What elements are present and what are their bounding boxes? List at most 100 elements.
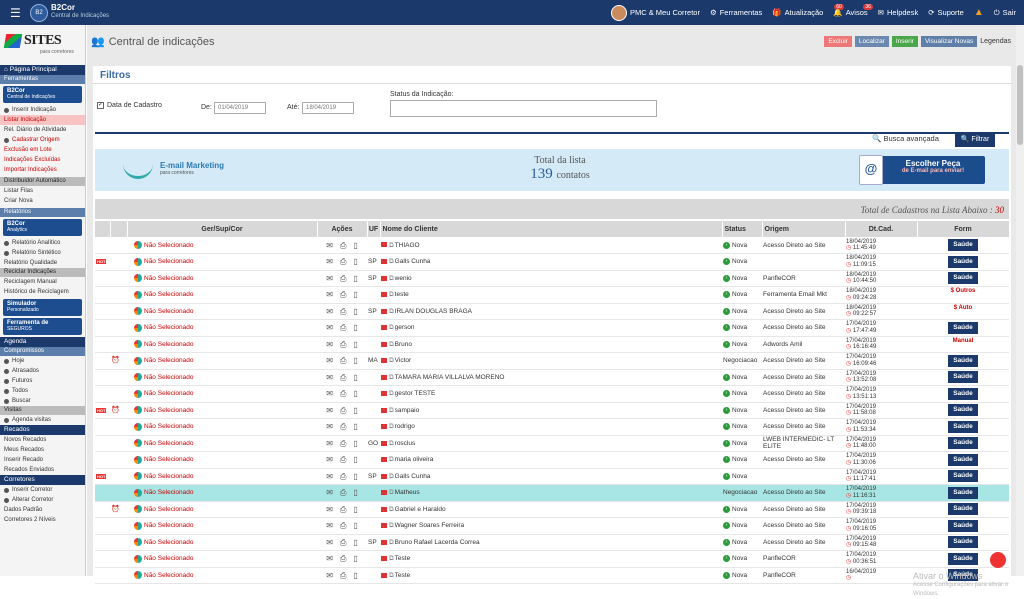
- gsc-cell[interactable]: Não Selecionado: [127, 270, 317, 287]
- form-saude-button[interactable]: Saúde: [948, 321, 978, 334]
- sidebar-item-historico[interactable]: Histórico de Reciclagem: [0, 287, 85, 297]
- form-saude-button[interactable]: Saúde: [948, 519, 978, 532]
- form-saude-button[interactable]: Saúde: [948, 503, 978, 516]
- client-name-cell[interactable]: ⧉TAMARA MARIA VILLALVA MORENO: [380, 369, 722, 386]
- email-icon[interactable]: ✉: [326, 258, 333, 266]
- email-icon[interactable]: ✉: [326, 489, 333, 497]
- sidebar-item-reciclagem-manual[interactable]: Reciclagem Manual: [0, 277, 85, 287]
- sidebar-item-novos-recados[interactable]: Novos Recados: [0, 435, 85, 445]
- email-icon[interactable]: ✉: [326, 390, 333, 398]
- client-name-cell[interactable]: ⧉wenio: [380, 270, 722, 287]
- sidebar-item-criar-nova[interactable]: Criar Nova: [0, 196, 85, 206]
- gsc-cell[interactable]: Não Selecionado: [127, 534, 317, 551]
- table-row[interactable]: ⏰ Não Selecionado ✉ ⎙ ▯ MA ⧉Victor Negociacao Ac…: [95, 352, 1009, 370]
- email-icon[interactable]: ✉: [326, 340, 333, 348]
- sidebar-item-indicacoes-excluidas[interactable]: Indicações Excluídas: [0, 155, 85, 165]
- gsc-cell[interactable]: Não Selecionado: [127, 253, 317, 271]
- email-icon[interactable]: ✉: [326, 291, 333, 299]
- print-icon[interactable]: ⎙: [340, 555, 346, 563]
- table-row[interactable]: Não Selecionado ✉ ⎙ ▯ GO ⧉rosclus › Nova LWEB IN…: [95, 435, 1009, 452]
- sidebar-item-recados-enviados[interactable]: Recados Enviados: [0, 465, 85, 475]
- sidebar-item-meus-recados[interactable]: Meus Recados: [0, 445, 85, 455]
- print-icon[interactable]: ⎙: [340, 291, 346, 299]
- email-icon[interactable]: ✉: [326, 307, 333, 315]
- table-row[interactable]: HOT Não Selecionado ✉ ⎙ ▯ SP ⧉Galls Cunha › Nova…: [95, 468, 1009, 485]
- sidebar-item-exclusao-lote[interactable]: Exclusão em Lote: [0, 145, 85, 155]
- print-icon[interactable]: ⎙: [340, 340, 346, 348]
- sidebar-item-corretores-niveis[interactable]: Corretores 2 Níveis: [0, 515, 85, 525]
- form-saude-button[interactable]: Saúde: [948, 552, 978, 565]
- scrollbar[interactable]: [1016, 25, 1024, 576]
- legendas-link[interactable]: Legendas: [980, 38, 1011, 45]
- gsc-cell[interactable]: Não Selecionado: [127, 435, 317, 452]
- client-name-cell[interactable]: ⧉Gabriel e Haraldo: [380, 501, 722, 518]
- table-row[interactable]: Não Selecionado ✉ ⎙ ▯ ⧉rodrigo › Nova Acesso Di…: [95, 418, 1009, 436]
- mobile-icon[interactable]: ▯: [353, 274, 357, 282]
- mobile-icon[interactable]: ▯: [353, 390, 357, 398]
- client-name-cell[interactable]: ⧉Teste: [380, 567, 722, 584]
- email-icon[interactable]: ✉: [326, 555, 333, 563]
- client-name-cell[interactable]: ⧉Bruno: [380, 336, 722, 353]
- form-saude-button[interactable]: Saúde: [948, 255, 978, 268]
- mobile-icon[interactable]: ▯: [353, 555, 357, 563]
- client-name-cell[interactable]: ⧉gestor TESTE: [380, 385, 722, 403]
- table-row[interactable]: Não Selecionado ✉ ⎙ ▯ SP ⧉IRLAN DOUGLAS BRAGA…: [95, 303, 1009, 320]
- sair-button[interactable]: ⏻ Sair: [994, 8, 1016, 18]
- email-icon[interactable]: ✉: [326, 538, 333, 546]
- email-icon[interactable]: ✉: [326, 373, 333, 381]
- user-menu[interactable]: PMC & Meu Corretor: [610, 4, 700, 21]
- status-select[interactable]: [390, 100, 657, 117]
- table-row[interactable]: Não Selecionado ✉ ⎙ ▯ ⧉teste › Nova Ferramenta …: [95, 286, 1009, 304]
- gsc-cell[interactable]: Não Selecionado: [127, 418, 317, 436]
- sidebar-item-cadastrar-origem[interactable]: Cadastrar Origem: [0, 135, 85, 145]
- gsc-cell[interactable]: Não Selecionado: [127, 303, 317, 320]
- col-header[interactable]: Dt.Cad.: [845, 221, 918, 237]
- email-marketing-logo[interactable]: E-mail Marketing para corretores: [125, 161, 224, 176]
- busca-avancada-link[interactable]: 🔍 Busca avançada: [872, 134, 939, 143]
- print-icon[interactable]: ⎙: [340, 439, 346, 447]
- gsc-cell[interactable]: Não Selecionado: [127, 336, 317, 353]
- table-row[interactable]: Não Selecionado ✉ ⎙ ▯ ⧉maria oliveira › Nova Ac…: [95, 451, 1009, 469]
- form-alt-button[interactable]: $ Auto: [947, 305, 979, 318]
- sidebar-item-agenda-visitas[interactable]: Agenda visitas: [0, 415, 85, 425]
- print-icon[interactable]: ⎙: [340, 423, 346, 431]
- client-name-cell[interactable]: ⧉sampaio: [380, 402, 722, 419]
- excluir-button[interactable]: Excluir: [824, 36, 852, 47]
- form-saude-button[interactable]: Saúde: [948, 371, 978, 384]
- col-header[interactable]: Ger/Sup/Cor: [127, 221, 318, 237]
- mobile-icon[interactable]: ▯: [353, 472, 357, 480]
- table-row[interactable]: Não Selecionado ✉ ⎙ ▯ SP ⧉wenio › Nova PanfleCOR…: [95, 270, 1009, 287]
- print-icon[interactable]: ⎙: [340, 505, 346, 513]
- mobile-icon[interactable]: ▯: [353, 373, 357, 381]
- visualizar-novas-button[interactable]: Visualizar Novas: [920, 36, 978, 47]
- mobile-icon[interactable]: ▯: [353, 489, 357, 497]
- sidebar-item-importar[interactable]: Importar Indicações: [0, 165, 85, 175]
- mobile-icon[interactable]: ▯: [353, 357, 357, 365]
- print-icon[interactable]: ⎙: [340, 489, 346, 497]
- gsc-cell[interactable]: Não Selecionado: [127, 369, 317, 386]
- col-header[interactable]: UF: [367, 221, 381, 237]
- sidebar-item-rel-sintetico[interactable]: Relatório Sintético: [0, 248, 85, 258]
- mobile-icon[interactable]: ▯: [353, 307, 357, 315]
- analytics-banner[interactable]: B2Cor Analytics: [3, 219, 82, 236]
- sidebar-item-rel-qualidade[interactable]: Relatório Qualidade: [0, 258, 85, 268]
- form-saude-button[interactable]: Saúde: [948, 536, 978, 549]
- atualizacao-menu[interactable]: 🎁 Atualização 60: [772, 4, 844, 17]
- simulador-banner[interactable]: Simulador Personalizado: [3, 299, 82, 316]
- print-icon[interactable]: ⎙: [340, 258, 346, 266]
- table-row[interactable]: Não Selecionado ✉ ⎙ ▯ ⧉Wagner Soares Ferreir…: [95, 517, 1009, 535]
- b2cor-banner[interactable]: B2Cor Central de Indicações: [3, 86, 82, 103]
- notification-bubble-icon[interactable]: [990, 552, 1006, 568]
- print-icon[interactable]: ⎙: [340, 456, 346, 464]
- sidebar-item-alterar-corretor[interactable]: Alterar Corretor: [0, 495, 85, 505]
- client-name-cell[interactable]: ⧉Victor: [380, 352, 722, 370]
- print-icon[interactable]: ⎙: [340, 538, 346, 546]
- sidebar-item-listar-filas[interactable]: Listar Filas: [0, 186, 85, 196]
- gsc-cell[interactable]: Não Selecionado: [127, 468, 317, 485]
- client-name-cell[interactable]: ⧉rodrigo: [380, 418, 722, 436]
- email-icon[interactable]: ✉: [326, 274, 333, 282]
- print-icon[interactable]: ⎙: [340, 406, 346, 414]
- email-icon[interactable]: ✉: [326, 241, 333, 249]
- scrollbar-thumb[interactable]: [1017, 65, 1023, 145]
- table-row[interactable]: Não Selecionado ✉ ⎙ ▯ ⧉Bruno › Nova Adwords Ami…: [95, 336, 1009, 353]
